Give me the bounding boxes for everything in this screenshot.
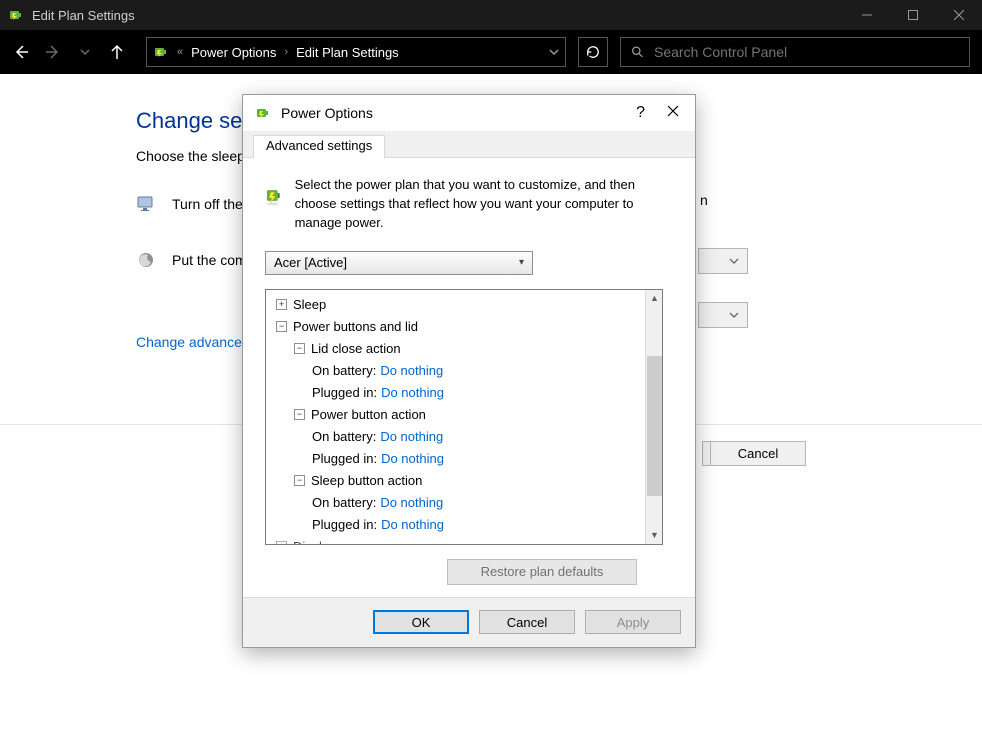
value-link[interactable]: Do nothing [380, 495, 443, 510]
tab-advanced-settings[interactable]: Advanced settings [253, 135, 385, 159]
collapse-icon[interactable]: − [294, 343, 305, 354]
hidden-text-on: n [700, 192, 708, 208]
background-dropdown-1[interactable] [698, 248, 748, 274]
value-link[interactable]: Do nothing [380, 429, 443, 444]
restore-defaults-button[interactable]: Restore plan defaults [447, 559, 637, 585]
battery-plug-app-icon [8, 7, 24, 23]
tree-node-sleep-button[interactable]: −Sleep button action [266, 470, 645, 492]
collapse-icon[interactable]: − [276, 321, 287, 332]
nav-back-button[interactable] [12, 43, 30, 61]
window-minimize-button[interactable] [844, 0, 890, 30]
value-link[interactable]: Do nothing [381, 451, 444, 466]
tree-leaf-sleep-plugged[interactable]: Plugged in:Do nothing [266, 514, 645, 536]
collapse-icon[interactable]: − [294, 475, 305, 486]
power-plan-selected: Acer [Active] [274, 255, 347, 270]
ok-button[interactable]: OK [373, 610, 469, 634]
tree-node-sleep[interactable]: +Sleep [266, 294, 645, 316]
dialog-button-row: OK Cancel Apply [243, 597, 695, 647]
nav-up-button[interactable] [108, 43, 126, 61]
dialog-titlebar: Power Options ? [243, 95, 695, 131]
tree-leaf-lid-battery[interactable]: On battery:Do nothing [266, 360, 645, 382]
sleep-moon-icon [136, 250, 156, 270]
settings-tree: +Sleep −Power buttons and lid −Lid close… [265, 289, 663, 545]
monitor-icon [136, 194, 156, 214]
tree-leaf-sleep-battery[interactable]: On battery:Do nothing [266, 492, 645, 514]
scroll-up-button[interactable]: ▲ [646, 290, 663, 307]
search-icon [631, 45, 644, 59]
turn-off-display-row-label: Turn off the [172, 196, 243, 212]
nav-recent-dropdown[interactable] [76, 43, 94, 61]
value-link[interactable]: Do nothing [381, 517, 444, 532]
tree-scrollbar[interactable]: ▲ ▼ [645, 290, 662, 544]
breadcrumb-prefix: « [177, 46, 183, 58]
outer-window-titlebar: Edit Plan Settings [0, 0, 982, 30]
apply-button[interactable]: Apply [585, 610, 681, 634]
cancel-button-background[interactable]: Cancel [710, 441, 806, 466]
dialog-tabbar: Advanced settings [243, 131, 695, 158]
chevron-down-icon: ▾ [519, 257, 524, 268]
power-plan-dropdown[interactable]: Acer [Active] ▾ [265, 251, 533, 275]
tree-leaf-power-plugged[interactable]: Plugged in:Do nothing [266, 448, 645, 470]
dialog-intro-text: Select the power plan that you want to c… [295, 176, 673, 233]
dialog-close-button[interactable] [663, 104, 683, 122]
battery-plug-large-icon [265, 176, 283, 216]
tree-node-power-buttons-lid[interactable]: −Power buttons and lid [266, 316, 645, 338]
power-options-dialog: Power Options ? Advanced settings Select… [242, 94, 696, 648]
scroll-thumb[interactable] [647, 356, 662, 496]
breadcrumb-current[interactable]: Edit Plan Settings [296, 45, 399, 60]
search-box[interactable] [620, 37, 970, 67]
outer-window-title: Edit Plan Settings [32, 8, 135, 23]
search-input[interactable] [654, 44, 959, 60]
breadcrumb-parent[interactable]: Power Options [191, 45, 276, 60]
battery-plug-icon [255, 105, 271, 121]
nav-forward-button[interactable] [44, 43, 62, 61]
cancel-button[interactable]: Cancel [479, 610, 575, 634]
dialog-title: Power Options [281, 105, 373, 121]
collapse-icon[interactable]: − [294, 409, 305, 420]
battery-plug-icon [153, 44, 169, 60]
tree-node-display[interactable]: +Display [266, 536, 645, 544]
dialog-help-button[interactable]: ? [636, 104, 645, 122]
nav-toolbar: « Power Options › Edit Plan Settings [0, 30, 982, 74]
put-computer-sleep-row-label: Put the com [172, 252, 247, 268]
breadcrumb-separator-icon[interactable]: › [284, 46, 288, 58]
value-link[interactable]: Do nothing [381, 385, 444, 400]
tree-leaf-power-battery[interactable]: On battery:Do nothing [266, 426, 645, 448]
tree-node-power-button[interactable]: −Power button action [266, 404, 645, 426]
scroll-down-button[interactable]: ▼ [646, 527, 663, 544]
value-link[interactable]: Do nothing [380, 363, 443, 378]
expand-icon[interactable]: + [276, 541, 287, 544]
expand-icon[interactable]: + [276, 299, 287, 310]
nav-refresh-button[interactable] [578, 37, 608, 67]
window-close-button[interactable] [936, 0, 982, 30]
tree-leaf-lid-plugged[interactable]: Plugged in:Do nothing [266, 382, 645, 404]
window-maximize-button[interactable] [890, 0, 936, 30]
address-bar[interactable]: « Power Options › Edit Plan Settings [146, 37, 566, 67]
background-dropdown-2[interactable] [698, 302, 748, 328]
address-dropdown-icon[interactable] [549, 45, 559, 60]
change-advanced-link[interactable]: Change advance [136, 334, 242, 350]
tree-node-lid-close[interactable]: −Lid close action [266, 338, 645, 360]
